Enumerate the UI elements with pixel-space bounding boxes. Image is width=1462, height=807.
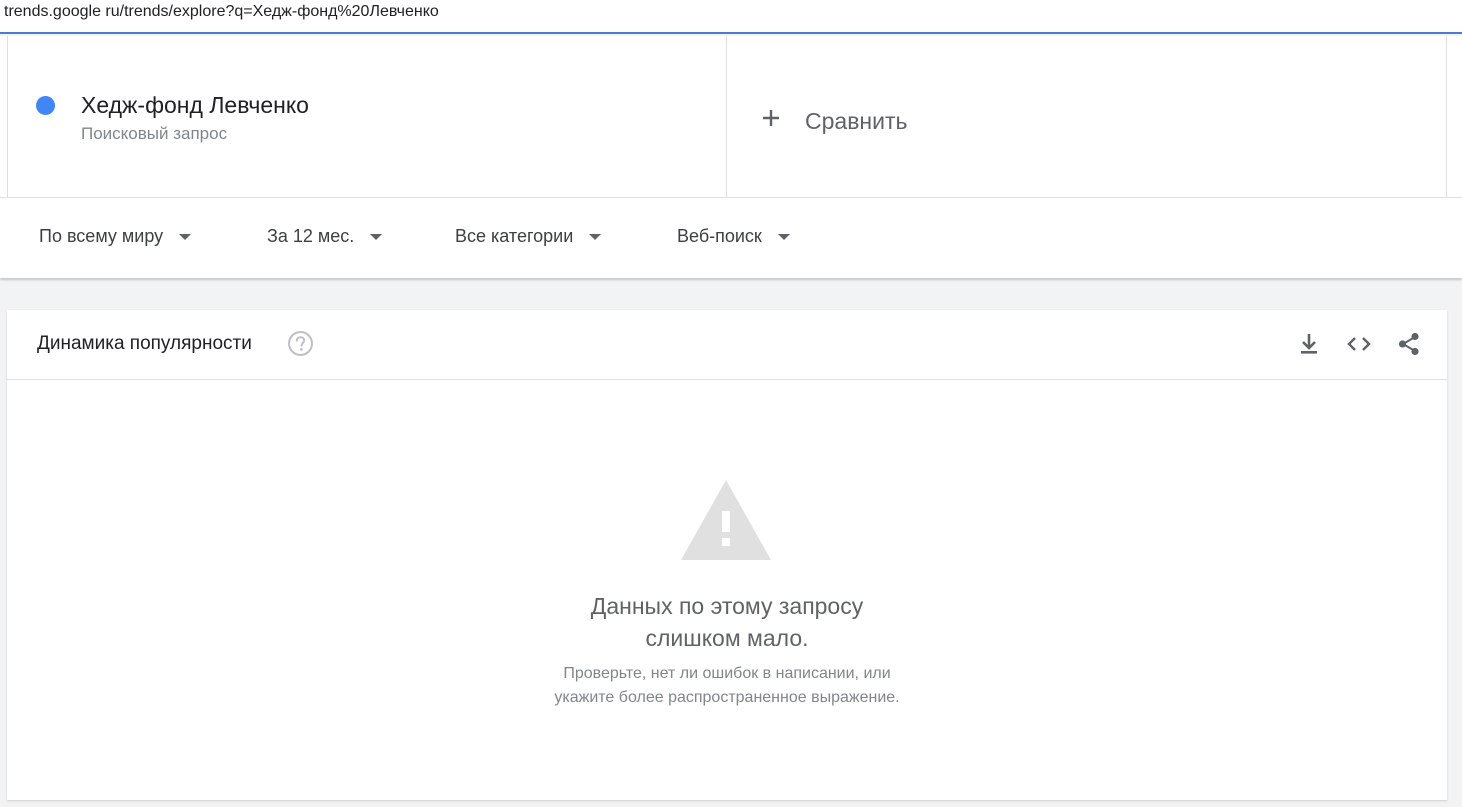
- empty-state-title-line: Данных по этому запросу: [590, 593, 864, 619]
- search-term-card[interactable]: Хедж-фонд Левченко Поисковый запрос: [7, 36, 727, 197]
- warning-icon: [681, 480, 771, 560]
- search-type-dropdown[interactable]: Веб-поиск: [677, 226, 790, 247]
- empty-state-hint: Проверьте, нет ли ошибок в написании, ил…: [7, 662, 1447, 710]
- term-name: Хедж-фонд Левченко: [81, 92, 309, 118]
- filters-bar: По всему миру За 12 мес. Все категории В…: [0, 198, 1462, 278]
- compare-button[interactable]: Сравнить: [727, 36, 1447, 197]
- caret-down-icon: [370, 233, 383, 240]
- panel-header: Динамика популярности: [7, 310, 1447, 380]
- empty-state-hint-line: Проверьте, нет ли ошибок в написании, ил…: [563, 665, 891, 682]
- url-text[interactable]: trends.google ru/trends/explore?q=Хедж-ф…: [4, 3, 439, 21]
- compare-label: Сравнить: [805, 108, 908, 134]
- embed-code-icon[interactable]: [1345, 330, 1373, 358]
- plus-icon: [763, 110, 779, 126]
- region-dropdown[interactable]: По всему миру: [39, 226, 192, 247]
- interest-over-time-panel: Динамика популярности Данных по этому за…: [7, 310, 1447, 800]
- search-terms-row: Хедж-фонд Левченко Поисковый запрос Срав…: [0, 36, 1462, 198]
- empty-state-title: Данных по этому запросу слишком мало.: [7, 590, 1447, 654]
- panel-title: Динамика популярности: [37, 333, 252, 354]
- period-dropdown[interactable]: За 12 мес.: [267, 226, 383, 247]
- category-dropdown[interactable]: Все категории: [455, 226, 602, 247]
- share-icon[interactable]: [1395, 330, 1423, 358]
- browser-url-bar[interactable]: trends.google ru/trends/explore?q=Хедж-ф…: [0, 0, 1462, 34]
- empty-state-hint-line: укажите более распространенное выражение…: [554, 689, 900, 706]
- term-color-dot: [36, 96, 55, 115]
- caret-down-icon: [777, 233, 790, 240]
- help-icon[interactable]: [287, 330, 314, 357]
- region-dropdown-label: По всему миру: [39, 226, 164, 246]
- download-icon[interactable]: [1295, 330, 1323, 358]
- caret-down-icon: [179, 233, 192, 240]
- empty-state-title-line: слишком мало.: [645, 625, 809, 651]
- category-dropdown-label: Все категории: [455, 226, 574, 246]
- search-type-dropdown-label: Веб-поиск: [677, 226, 762, 246]
- period-dropdown-label: За 12 мес.: [267, 226, 355, 246]
- term-type: Поисковый запрос: [81, 124, 228, 143]
- caret-down-icon: [589, 233, 602, 240]
